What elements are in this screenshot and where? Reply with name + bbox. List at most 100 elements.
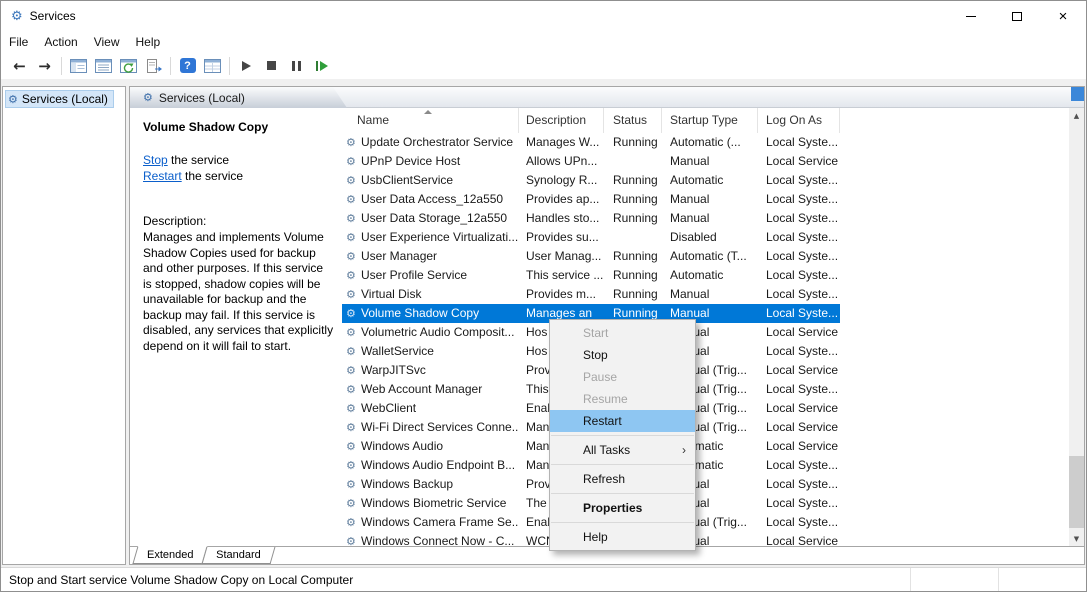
export-list-button[interactable] — [91, 54, 116, 77]
cell-description: This service ... — [519, 266, 604, 285]
service-gear-icon: ⚙ — [346, 209, 361, 228]
tree-item-label: Services (Local) — [22, 92, 108, 106]
menu-file[interactable]: File — [1, 31, 36, 52]
back-icon: ← — [13, 57, 26, 75]
table-row[interactable]: ⚙User Data Storage_12a550Handles sto...R… — [342, 209, 840, 228]
scroll-down-arrow-icon[interactable]: ▼ — [1069, 531, 1084, 546]
cell-description: Provides m... — [519, 285, 604, 304]
table-row[interactable]: ⚙Update Orchestrator ServiceManages W...… — [342, 133, 840, 152]
pause-service-button[interactable] — [284, 54, 309, 77]
service-gear-icon: ⚙ — [346, 513, 361, 532]
restart-service-button[interactable] — [309, 54, 334, 77]
service-list-pane: Name Description Status Startup Type Log… — [342, 108, 1084, 546]
back-button[interactable]: ← — [7, 54, 32, 77]
window-title: Services — [30, 9, 76, 23]
menu-bar: File Action View Help — [1, 31, 1086, 52]
table-row[interactable]: ⚙User Experience Virtualizati...Provides… — [342, 228, 840, 247]
table-row[interactable]: ⚙User Data Access_12a550Provides ap...Ru… — [342, 190, 840, 209]
help-button[interactable]: ? — [175, 54, 200, 77]
stop-service-button[interactable] — [259, 54, 284, 77]
scrollbar-thumb[interactable] — [1069, 456, 1084, 528]
menu-item-stop[interactable]: Stop — [550, 344, 695, 366]
console-tree-pane: ⚙ Services (Local) — [2, 86, 126, 565]
column-header-status[interactable]: Status — [604, 108, 662, 133]
column-header-name[interactable]: Name — [342, 108, 519, 133]
table-row[interactable]: ⚙UsbClientServiceSynology R...RunningAut… — [342, 171, 840, 190]
column-header-log-on-as[interactable]: Log On As — [758, 108, 840, 133]
menu-separator — [551, 522, 694, 523]
table-row[interactable]: ⚙Virtual DiskProvides m...RunningManualL… — [342, 285, 840, 304]
menu-view[interactable]: View — [86, 31, 128, 52]
properties-button[interactable] — [200, 54, 225, 77]
table-row[interactable]: ⚙UPnP Device HostAllows UPn...ManualLoca… — [342, 152, 840, 171]
service-rows: ⚙Update Orchestrator ServiceManages W...… — [342, 133, 1069, 546]
services-app-icon: ⚙ — [11, 9, 23, 24]
table-row[interactable]: ⚙User Profile ServiceThis service ...Run… — [342, 266, 840, 285]
maximize-button[interactable] — [994, 1, 1040, 31]
cell-status: Running — [604, 133, 662, 152]
start-service-button[interactable] — [234, 54, 259, 77]
cell-log-on-as: Local Syste... — [758, 475, 840, 494]
show-console-tree-button[interactable] — [66, 54, 91, 77]
cell-status: Running — [604, 266, 662, 285]
minimize-button[interactable] — [948, 1, 994, 31]
refresh-button[interactable] — [116, 54, 141, 77]
cell-name: ⚙Update Orchestrator Service — [342, 133, 519, 152]
close-icon: × — [1059, 9, 1068, 24]
column-header-description[interactable]: Description — [519, 108, 604, 133]
cell-description: Provides su... — [519, 228, 604, 247]
service-gear-icon: ⚙ — [346, 152, 361, 171]
menu-item-properties[interactable]: Properties — [550, 497, 695, 519]
menu-separator — [551, 464, 694, 465]
cell-name: ⚙Volumetric Audio Composit... — [342, 323, 519, 342]
cell-log-on-as: Local Syste... — [758, 285, 840, 304]
start-service-icon — [242, 61, 251, 71]
scroll-up-arrow-icon[interactable]: ▲ — [1069, 108, 1084, 123]
submenu-arrow-icon: › — [682, 439, 686, 461]
cell-name: ⚙Windows Biometric Service — [342, 494, 519, 513]
forward-button[interactable]: → — [32, 54, 57, 77]
pane-header-tab: ⚙ Services (Local) — [130, 87, 347, 108]
tree-item-services-local[interactable]: ⚙ Services (Local) — [5, 90, 114, 108]
help-icon: ? — [180, 58, 196, 73]
service-gear-icon: ⚙ — [346, 323, 361, 342]
service-gear-icon: ⚙ — [346, 494, 361, 513]
menu-item-help[interactable]: Help — [550, 526, 695, 548]
services-gear-icon: ⚙ — [143, 91, 153, 104]
tab-extended[interactable]: Extended — [132, 546, 208, 564]
menu-item-all-tasks[interactable]: All Tasks› — [550, 439, 695, 461]
cell-name: ⚙Windows Connect Now - C... — [342, 532, 519, 546]
vertical-scrollbar[interactable]: ▲ ▼ — [1069, 108, 1084, 546]
cell-log-on-as: Local Syste... — [758, 209, 840, 228]
cell-name: ⚙Windows Backup — [342, 475, 519, 494]
cell-log-on-as: Local Syste... — [758, 228, 840, 247]
column-header-startup-type[interactable]: Startup Type — [662, 108, 758, 133]
menu-item-refresh[interactable]: Refresh — [550, 468, 695, 490]
close-button[interactable]: × — [1040, 1, 1086, 31]
cell-status — [604, 152, 662, 171]
restart-service-link[interactable]: Restart — [143, 169, 182, 183]
menu-separator — [551, 493, 694, 494]
stop-service-link[interactable]: Stop — [143, 153, 168, 167]
cell-name: ⚙Windows Audio — [342, 437, 519, 456]
menu-item-resume: Resume — [550, 388, 695, 410]
menu-help[interactable]: Help — [128, 31, 169, 52]
service-gear-icon: ⚙ — [346, 228, 361, 247]
title-bar: ⚙ Services × — [1, 1, 1086, 31]
export-file-button[interactable] — [141, 54, 166, 77]
toolbar-separator — [170, 57, 171, 75]
menu-action[interactable]: Action — [36, 31, 85, 52]
cell-status: Running — [604, 209, 662, 228]
service-gear-icon: ⚙ — [346, 133, 361, 152]
forward-icon: → — [38, 57, 51, 75]
stop-link-suffix: the service — [168, 153, 229, 167]
cell-log-on-as: Local Service — [758, 437, 840, 456]
menu-separator — [551, 435, 694, 436]
service-gear-icon: ⚙ — [346, 456, 361, 475]
table-row[interactable]: ⚙User ManagerUser Manag...RunningAutomat… — [342, 247, 840, 266]
cell-name: ⚙Virtual Disk — [342, 285, 519, 304]
menu-item-restart[interactable]: Restart — [550, 410, 695, 432]
cell-startup-type: Manual — [662, 285, 758, 304]
tab-standard[interactable]: Standard — [202, 547, 276, 564]
cell-startup-type: Automatic — [662, 266, 758, 285]
